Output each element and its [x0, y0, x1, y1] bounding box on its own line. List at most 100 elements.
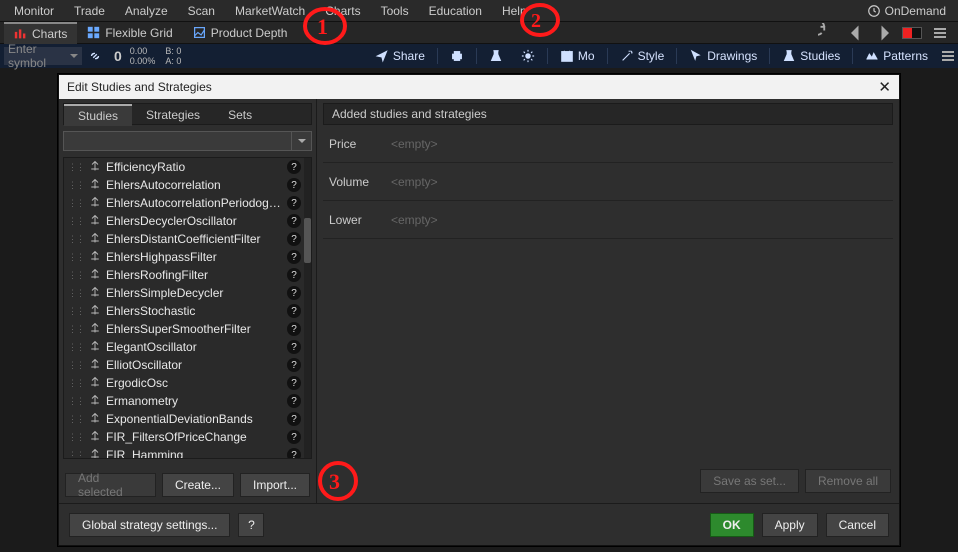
flask-button[interactable]	[481, 45, 511, 67]
help-icon[interactable]: ?	[287, 268, 301, 282]
symbol-input[interactable]: Enter symbol	[4, 47, 82, 65]
study-row[interactable]: ⋮⋮EhlersDecyclerOscillator?	[64, 212, 311, 230]
study-row[interactable]: ⋮⋮EhlersSimpleDecycler?	[64, 284, 311, 302]
indicator-icon	[89, 448, 101, 460]
help-icon[interactable]: ?	[287, 322, 301, 336]
study-row[interactable]: ⋮⋮FIR_FiltersOfPriceChange?	[64, 428, 311, 446]
print-button[interactable]	[442, 45, 472, 67]
study-row[interactable]: ⋮⋮EfficiencyRatio?	[64, 158, 311, 176]
study-list[interactable]: ⋮⋮EfficiencyRatio?⋮⋮EhlersAutocorrelatio…	[63, 157, 312, 459]
tab-charts[interactable]: Charts	[4, 22, 77, 44]
study-search-dropdown[interactable]	[292, 131, 312, 151]
indicator-icon	[89, 160, 101, 175]
study-row[interactable]: ⋮⋮ErgodicOsc?	[64, 374, 311, 392]
ok-button[interactable]: OK	[710, 513, 754, 537]
study-search-input[interactable]	[63, 131, 292, 151]
create-button[interactable]: Create...	[162, 473, 234, 497]
style-button[interactable]: Style	[612, 45, 673, 67]
study-row[interactable]: ⋮⋮ExponentialDeviationBands?	[64, 410, 311, 428]
help-icon[interactable]: ?	[287, 178, 301, 192]
apply-button[interactable]: Apply	[762, 513, 818, 537]
tab-product-depth[interactable]: Product Depth	[183, 22, 298, 44]
menu-toggle-button[interactable]	[930, 24, 950, 42]
indicator-icon	[89, 412, 101, 427]
main-menubar: Monitor Trade Analyze Scan MarketWatch C…	[0, 0, 958, 22]
menu-monitor[interactable]: Monitor	[4, 0, 64, 22]
save-as-set-button[interactable]: Save as set...	[700, 469, 799, 493]
study-list-scrollbar[interactable]	[304, 158, 311, 458]
nav-back-button[interactable]	[846, 24, 866, 42]
added-studies-title: Added studies and strategies	[323, 103, 893, 125]
share-button[interactable]: Share	[367, 45, 433, 67]
menu-charts[interactable]: Charts	[315, 0, 370, 22]
study-row[interactable]: ⋮⋮ElegantOscillator?	[64, 338, 311, 356]
undo-button[interactable]	[818, 24, 838, 42]
ondemand-button[interactable]: OnDemand	[867, 4, 954, 18]
help-icon[interactable]: ?	[287, 448, 301, 459]
menu-help[interactable]: Help	[492, 0, 537, 22]
global-strategy-settings-button[interactable]: Global strategy settings...	[69, 513, 230, 537]
help-icon[interactable]: ?	[287, 196, 301, 210]
tab-strategies[interactable]: Strategies	[132, 104, 214, 126]
dialog-titlebar: Edit Studies and Strategies ✕	[59, 75, 899, 99]
help-icon[interactable]: ?	[287, 430, 301, 444]
menu-analyze[interactable]: Analyze	[115, 0, 178, 22]
study-row[interactable]: ⋮⋮Ermanometry?	[64, 392, 311, 410]
study-row[interactable]: ⋮⋮EhlersStochastic?	[64, 302, 311, 320]
timeframe-button[interactable]: Mo	[552, 45, 603, 67]
study-slot-row[interactable]: Volume<empty>	[323, 163, 893, 201]
study-row[interactable]: ⋮⋮FIR_Hamming?	[64, 446, 311, 459]
study-name: ExponentialDeviationBands	[106, 412, 282, 426]
nav-fwd-button[interactable]	[874, 24, 894, 42]
help-icon[interactable]: ?	[287, 304, 301, 318]
study-slot-row[interactable]: Lower<empty>	[323, 201, 893, 239]
help-icon[interactable]: ?	[287, 358, 301, 372]
close-button[interactable]: ✕	[878, 78, 891, 96]
help-icon[interactable]: ?	[287, 340, 301, 354]
study-row[interactable]: ⋮⋮ElliotOscillator?	[64, 356, 311, 374]
question-icon: ?	[248, 518, 255, 532]
color-mode-button[interactable]	[902, 24, 922, 42]
cancel-button[interactable]: Cancel	[826, 513, 889, 537]
drag-handle-icon: ⋮⋮	[68, 450, 84, 460]
tab-studies[interactable]: Studies	[64, 104, 132, 126]
patterns-button[interactable]: Patterns	[857, 45, 936, 67]
help-icon[interactable]: ?	[287, 412, 301, 426]
study-slot-row[interactable]: Price<empty>	[323, 125, 893, 163]
study-row[interactable]: ⋮⋮EhlersAutocorrelation?	[64, 176, 311, 194]
drawings-button[interactable]: Drawings	[681, 45, 765, 67]
tab-flexible-grid[interactable]: Flexible Grid	[77, 22, 182, 44]
study-row[interactable]: ⋮⋮EhlersAutocorrelationPeriodogr...?	[64, 194, 311, 212]
scrollbar-thumb[interactable]	[304, 218, 311, 263]
study-row[interactable]: ⋮⋮EhlersHighpassFilter?	[64, 248, 311, 266]
menu-marketwatch[interactable]: MarketWatch	[225, 0, 315, 22]
menu-trade[interactable]: Trade	[64, 0, 115, 22]
help-icon[interactable]: ?	[287, 214, 301, 228]
print-icon	[450, 49, 464, 63]
menu-scan[interactable]: Scan	[178, 0, 225, 22]
studies-button[interactable]: Studies	[774, 45, 848, 67]
added-studies-pane: Added studies and strategies Price<empty…	[317, 99, 899, 503]
remove-all-button[interactable]: Remove all	[805, 469, 891, 493]
help-icon[interactable]: ?	[287, 286, 301, 300]
study-row[interactable]: ⋮⋮EhlersDistantCoefficientFilter?	[64, 230, 311, 248]
drag-handle-icon: ⋮⋮	[68, 360, 84, 371]
help-icon[interactable]: ?	[287, 250, 301, 264]
settings-button[interactable]	[513, 45, 543, 67]
import-button[interactable]: Import...	[240, 473, 310, 497]
study-name: EhlersRoofingFilter	[106, 268, 282, 282]
help-icon[interactable]: ?	[287, 160, 301, 174]
tab-sets[interactable]: Sets	[214, 104, 266, 126]
indicator-icon	[89, 214, 101, 229]
study-row[interactable]: ⋮⋮EhlersSuperSmootherFilter?	[64, 320, 311, 338]
help-icon[interactable]: ?	[287, 232, 301, 246]
study-row[interactable]: ⋮⋮EhlersRoofingFilter?	[64, 266, 311, 284]
help-icon[interactable]: ?	[287, 394, 301, 408]
link-icon[interactable]	[88, 49, 102, 63]
add-selected-button[interactable]: Add selected	[65, 473, 156, 497]
toolbar-menu-button[interactable]	[942, 49, 954, 63]
help-icon[interactable]: ?	[287, 376, 301, 390]
help-button[interactable]: ?	[238, 513, 264, 537]
menu-education[interactable]: Education	[419, 0, 492, 22]
menu-tools[interactable]: Tools	[371, 0, 419, 22]
